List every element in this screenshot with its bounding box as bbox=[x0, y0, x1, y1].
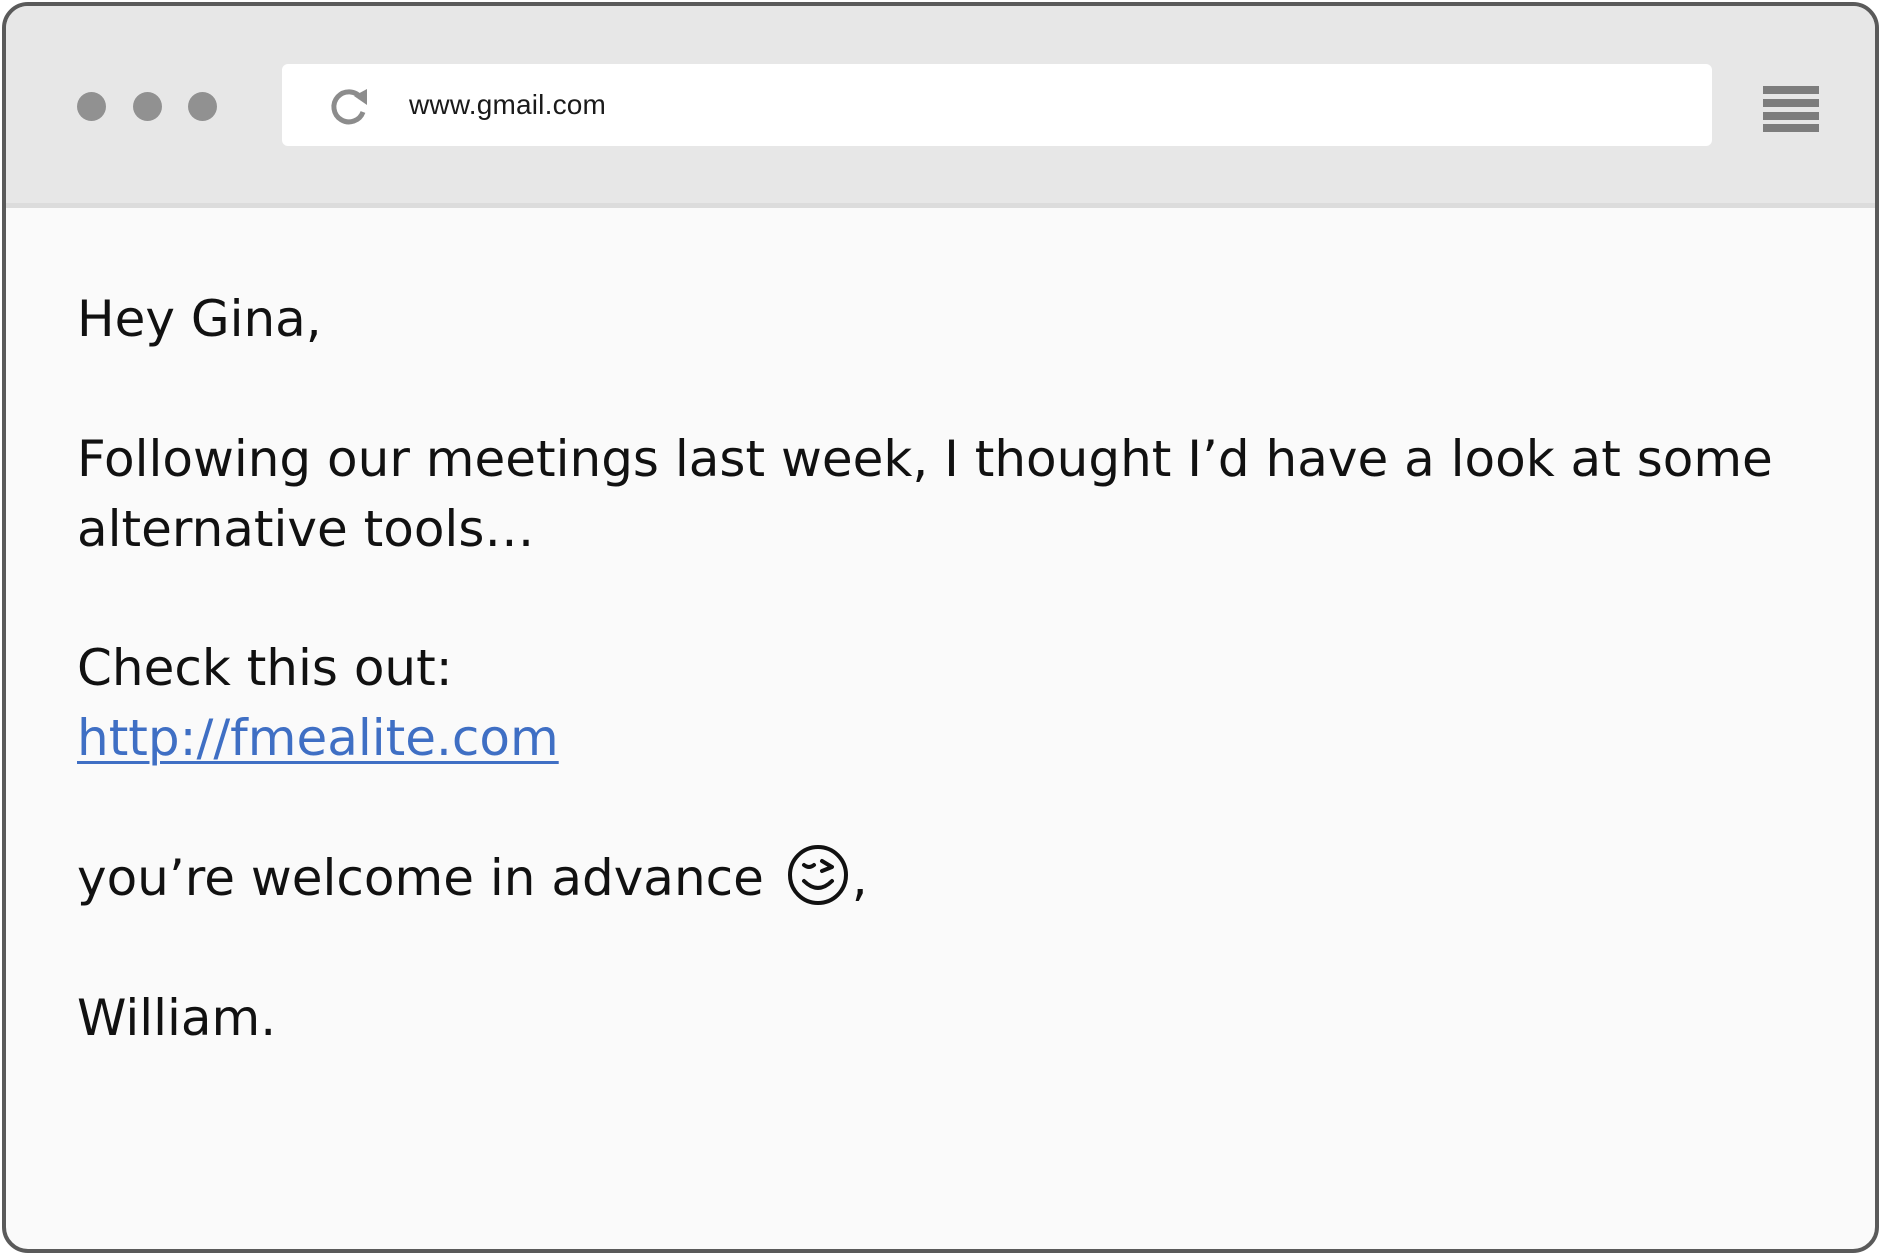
window-dot-1[interactable] bbox=[77, 92, 106, 121]
reload-icon[interactable] bbox=[327, 84, 371, 128]
browser-window: www.gmail.com Hey Gina, Following our me… bbox=[2, 2, 1879, 1253]
email-check-line: Check this out: bbox=[77, 639, 453, 697]
email-greeting: Hey Gina, bbox=[77, 290, 322, 348]
welcome-suffix: , bbox=[851, 849, 868, 907]
hamburger-menu-icon[interactable] bbox=[1763, 84, 1819, 132]
browser-toolbar: www.gmail.com bbox=[6, 6, 1875, 208]
email-signoff: William. bbox=[77, 989, 277, 1047]
email-paragraph: Following our meetings last week, I thou… bbox=[77, 430, 1773, 558]
winking-face-icon bbox=[787, 845, 848, 905]
email-link[interactable]: http://fmealite.com bbox=[77, 703, 559, 773]
welcome-text: you’re welcome in advance bbox=[77, 849, 764, 907]
window-dot-3[interactable] bbox=[188, 92, 217, 121]
window-dot-2[interactable] bbox=[133, 92, 162, 121]
url-text[interactable]: www.gmail.com bbox=[409, 64, 606, 146]
address-bar[interactable]: www.gmail.com bbox=[282, 64, 1712, 146]
email-welcome-line: you’re welcome in advance , bbox=[77, 843, 868, 913]
